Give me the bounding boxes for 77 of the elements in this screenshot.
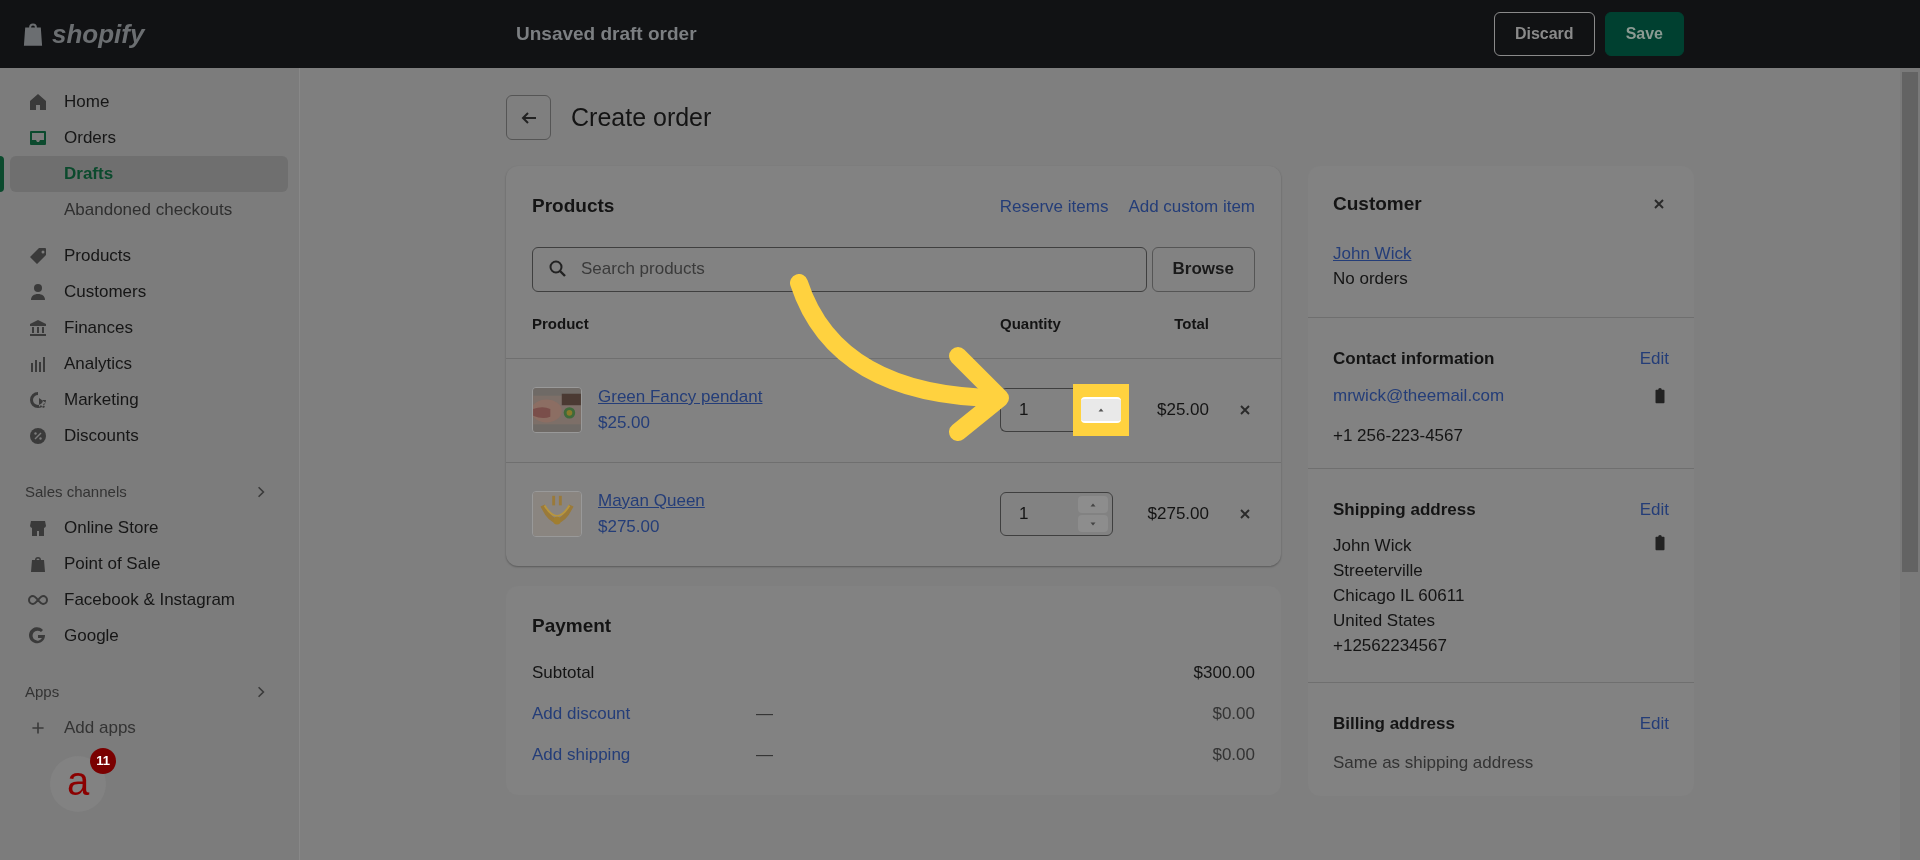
- column-header: Total: [1173, 314, 1209, 335]
- quantity-value: 1: [1019, 399, 1029, 422]
- section-title: Shipping address: [1333, 499, 1476, 521]
- discount-icon: [28, 426, 48, 446]
- payment-amount: $0.00: [1212, 743, 1255, 766]
- customer-name-link[interactable]: John Wick: [1333, 240, 1412, 266]
- tag-icon: [28, 246, 48, 266]
- nav-item[interactable]: Customers: [10, 274, 288, 310]
- nav-item[interactable]: Facebook & Instagram: [10, 582, 288, 618]
- shopping-bag-icon: [28, 554, 48, 574]
- nav-item[interactable]: Abandoned checkouts: [10, 192, 288, 228]
- brand-logo: shopify: [52, 17, 145, 51]
- nav-item[interactable]: Marketing: [10, 382, 288, 418]
- edit-link[interactable]: Edit: [1639, 710, 1669, 736]
- payment-amount: $0.00: [1212, 702, 1255, 725]
- card-action-link[interactable]: Add custom item: [1128, 193, 1255, 219]
- nav-item[interactable]: Add apps: [10, 710, 288, 746]
- page-title: Create order: [571, 101, 712, 133]
- nav-item[interactable]: Finances: [10, 310, 288, 346]
- person-icon: [28, 282, 48, 302]
- billing-note: Same as shipping address: [1333, 752, 1535, 774]
- edit-link[interactable]: Edit: [1639, 497, 1669, 523]
- product-price: $275.00: [598, 516, 661, 538]
- search-icon: [548, 258, 568, 279]
- line-total: $275.00: [1146, 503, 1209, 526]
- payment-note: —: [756, 702, 773, 725]
- quantity-value: 1: [1019, 503, 1029, 526]
- bar-chart-icon: [28, 354, 48, 374]
- section-title: Billing address: [1333, 712, 1455, 735]
- address-line: United States: [1333, 609, 1437, 632]
- product-name-link[interactable]: Mayan Queen: [598, 488, 705, 514]
- save-button[interactable]: Save: [1604, 12, 1684, 56]
- nav-item[interactable]: Point of Sale: [10, 546, 288, 582]
- card-title: Customer: [1333, 192, 1422, 216]
- column-header: Quantity: [1000, 314, 1062, 335]
- payment-action-link[interactable]: Add discount: [532, 700, 676, 727]
- product-price: $25.00: [598, 412, 651, 434]
- payment-label: Subtotal: [532, 661, 596, 684]
- section-title: Contact information: [1333, 347, 1495, 370]
- address-line: John Wick: [1333, 534, 1413, 557]
- nav-item[interactable]: Orders: [10, 120, 288, 156]
- nav-item[interactable]: Analytics: [10, 346, 288, 382]
- browse-button[interactable]: Browse: [1151, 246, 1255, 292]
- address-line: Chicago IL 60611: [1333, 584, 1465, 607]
- card-title: Products: [532, 194, 615, 218]
- payment-note: —: [756, 743, 773, 766]
- address-line: Streeterville: [1333, 559, 1424, 582]
- nav-item[interactable]: Google: [10, 618, 288, 654]
- order-count: No orders: [1333, 267, 1409, 290]
- address-line: +12562234567: [1333, 634, 1448, 657]
- search-field[interactable]: Search products: [532, 246, 1147, 292]
- product-name-link[interactable]: Green Fancy pendant: [598, 384, 763, 410]
- section-heading: Apps: [25, 681, 60, 702]
- inbox-icon: [28, 128, 48, 148]
- card-action-link[interactable]: Reserve items: [999, 193, 1109, 219]
- nav-item[interactable]: Home: [10, 84, 288, 120]
- back-button[interactable]: [506, 95, 551, 140]
- payment-action-link[interactable]: Add shipping: [532, 741, 676, 768]
- g-letter-icon: [28, 626, 48, 646]
- column-header: Product: [532, 314, 589, 335]
- nav-item[interactable]: Online Store: [10, 510, 288, 546]
- payment-amount: $300.00: [1193, 661, 1255, 684]
- notification-badge: 11: [90, 748, 116, 774]
- phone-number: +1 256-223-4567: [1333, 424, 1464, 447]
- bank-icon: [28, 318, 48, 338]
- nav-item[interactable]: Products: [10, 238, 288, 274]
- page-status-title: Unsaved draft order: [516, 21, 697, 46]
- discard-button[interactable]: Discard: [1493, 12, 1595, 56]
- line-total: $25.00: [1156, 399, 1209, 422]
- edit-link[interactable]: Edit: [1639, 345, 1669, 371]
- section-heading: Sales channels: [25, 481, 127, 502]
- selection-indicator: [0, 156, 4, 192]
- card-title: Payment: [532, 613, 613, 638]
- home-icon: [28, 92, 48, 112]
- plus-icon: [30, 720, 46, 736]
- email-link[interactable]: mrwick@theemail.com: [1333, 383, 1505, 409]
- nav-item[interactable]: Discounts: [10, 418, 288, 454]
